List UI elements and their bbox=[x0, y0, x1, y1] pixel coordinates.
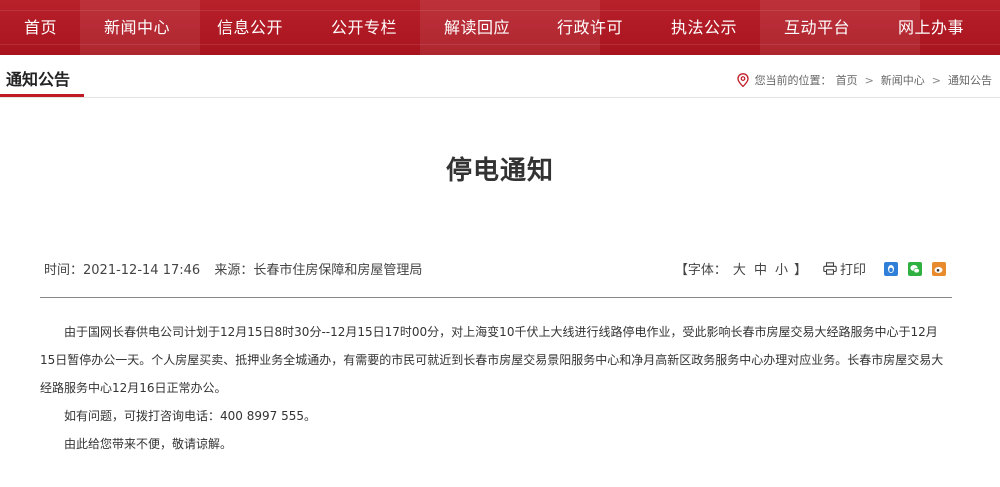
time-label: 时间： bbox=[44, 263, 84, 278]
print-label: 打印 bbox=[839, 263, 866, 278]
article-paragraph: 由此给您带来不便，敬请谅解。 bbox=[64, 437, 233, 451]
font-size-small[interactable]: 小 bbox=[775, 259, 788, 278]
share-wechat-icon[interactable] bbox=[908, 261, 922, 276]
source-label: 来源： bbox=[214, 263, 254, 278]
breadcrumb: 您当前的位置： 首页 > 新闻中心 > 通知公告 bbox=[736, 72, 992, 88]
nav-item-interaction[interactable]: 互动平台 bbox=[784, 14, 850, 38]
article-paragraph: 如有问题，可拨打咨询电话：400 8997 555。 bbox=[64, 409, 316, 423]
nav-item-public-column[interactable]: 公开专栏 bbox=[331, 14, 397, 38]
publish-time: 时间：2021-12-14 17:46 bbox=[44, 263, 200, 278]
print-button[interactable]: 打印 bbox=[823, 259, 866, 278]
nav-item-home[interactable]: 首页 bbox=[24, 14, 57, 38]
breadcrumb-notices[interactable]: 通知公告 bbox=[948, 72, 992, 88]
nav-item-enforcement[interactable]: 执法公示 bbox=[671, 14, 737, 38]
share-weibo-icon[interactable] bbox=[932, 261, 946, 276]
breadcrumb-separator: > bbox=[864, 73, 874, 87]
breadcrumb-separator: > bbox=[931, 73, 941, 87]
breadcrumb-prefix: 您当前的位置： bbox=[754, 74, 832, 87]
qq-penguin-icon bbox=[888, 264, 894, 273]
location-pin-icon bbox=[736, 73, 749, 87]
source-value: 长春市住房保障和房屋管理局 bbox=[253, 263, 423, 278]
article-tools: 【字体： 大 中 小 】 打印 bbox=[675, 259, 946, 278]
breadcrumb-home[interactable]: 首页 bbox=[836, 72, 858, 88]
weibo-eye-icon bbox=[934, 266, 943, 273]
font-size-label-close: 】 bbox=[793, 263, 807, 278]
article-body: 由于国网长春供电公司计划于12月15日8时30分--12月15日17时00分，对… bbox=[40, 318, 952, 458]
section-header: 通知公告 您当前的位置： 首页 > 新闻中心 > 通知公告 bbox=[0, 58, 1000, 98]
share-qq-icon[interactable] bbox=[884, 261, 898, 276]
time-value: 2021-12-14 17:46 bbox=[83, 263, 201, 278]
breadcrumb-news[interactable]: 新闻中心 bbox=[881, 72, 925, 88]
nav-bg-line bbox=[0, 44, 1000, 45]
article-title: 停电通知 bbox=[445, 156, 554, 186]
article-meta: 时间：2021-12-14 17:46 来源：长春市住房保障和房屋管理局 【字体… bbox=[44, 259, 956, 279]
section-title-underline bbox=[0, 94, 84, 97]
nav-item-permits[interactable]: 行政许可 bbox=[557, 14, 623, 38]
nav-item-interpretation[interactable]: 解读回应 bbox=[444, 14, 510, 38]
wechat-bubble-icon bbox=[910, 264, 920, 273]
nav-item-news[interactable]: 新闻中心 bbox=[104, 14, 170, 38]
printer-icon bbox=[823, 262, 837, 275]
font-size-medium[interactable]: 中 bbox=[754, 259, 767, 278]
article-source: 来源：长春市住房保障和房屋管理局 bbox=[214, 263, 422, 278]
top-navigation: 首页 新闻中心 信息公开 公开专栏 解读回应 行政许可 执法公示 互动平台 网上… bbox=[0, 0, 1000, 55]
nav-item-info-disclosure[interactable]: 信息公开 bbox=[217, 14, 283, 38]
article-meta-left: 时间：2021-12-14 17:46 来源：长春市住房保障和房屋管理局 bbox=[44, 259, 432, 278]
meta-divider bbox=[40, 297, 952, 298]
font-size-large[interactable]: 大 bbox=[733, 259, 746, 278]
nav-bg-line bbox=[0, 10, 1000, 11]
article-paragraph: 由于国网长春供电公司计划于12月15日8时30分--12月15日17时00分，对… bbox=[40, 325, 944, 395]
nav-item-online-services[interactable]: 网上办事 bbox=[898, 14, 964, 38]
section-title: 通知公告 bbox=[6, 70, 71, 89]
font-size-label-open: 【字体： bbox=[674, 263, 727, 278]
